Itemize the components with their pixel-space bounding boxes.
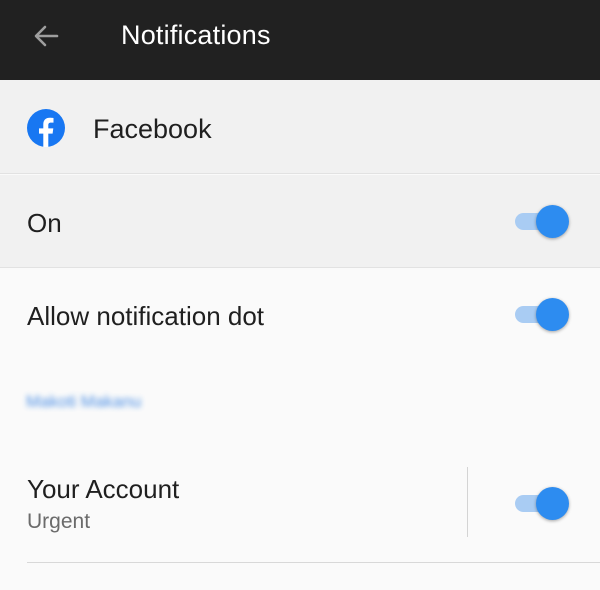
notification-dot-label: Allow notification dot [27,301,265,331]
channel-row-your-account[interactable]: Your Account Urgent [0,450,600,562]
channel-importance: Urgent [27,510,91,533]
master-toggle-switch[interactable] [515,203,571,239]
toggle-thumb [536,487,569,520]
channel-name: Your Account [27,474,180,504]
notification-settings-screen: Notifications Facebook On Allow notifica… [0,0,600,590]
arrow-left-icon [34,25,59,47]
master-toggle-row[interactable]: On [0,175,600,268]
app-name: Facebook [93,114,212,144]
back-button[interactable] [26,16,66,56]
row-vertical-divider [467,467,468,537]
facebook-logo-icon [27,109,65,147]
toggle-thumb [536,205,569,238]
toggle-thumb [536,298,569,331]
notification-dot-toggle[interactable] [515,296,571,332]
notification-dot-row[interactable]: Allow notification dot [0,269,600,362]
channel-group-header: Makoti Makanu [26,392,142,411]
master-toggle-label: On [27,208,62,238]
row-divider [27,562,600,563]
top-app-bar: Notifications [0,0,600,80]
channel-toggle-your-account[interactable] [515,485,571,521]
app-header-row: Facebook [0,80,600,174]
page-title: Notifications [121,20,271,50]
